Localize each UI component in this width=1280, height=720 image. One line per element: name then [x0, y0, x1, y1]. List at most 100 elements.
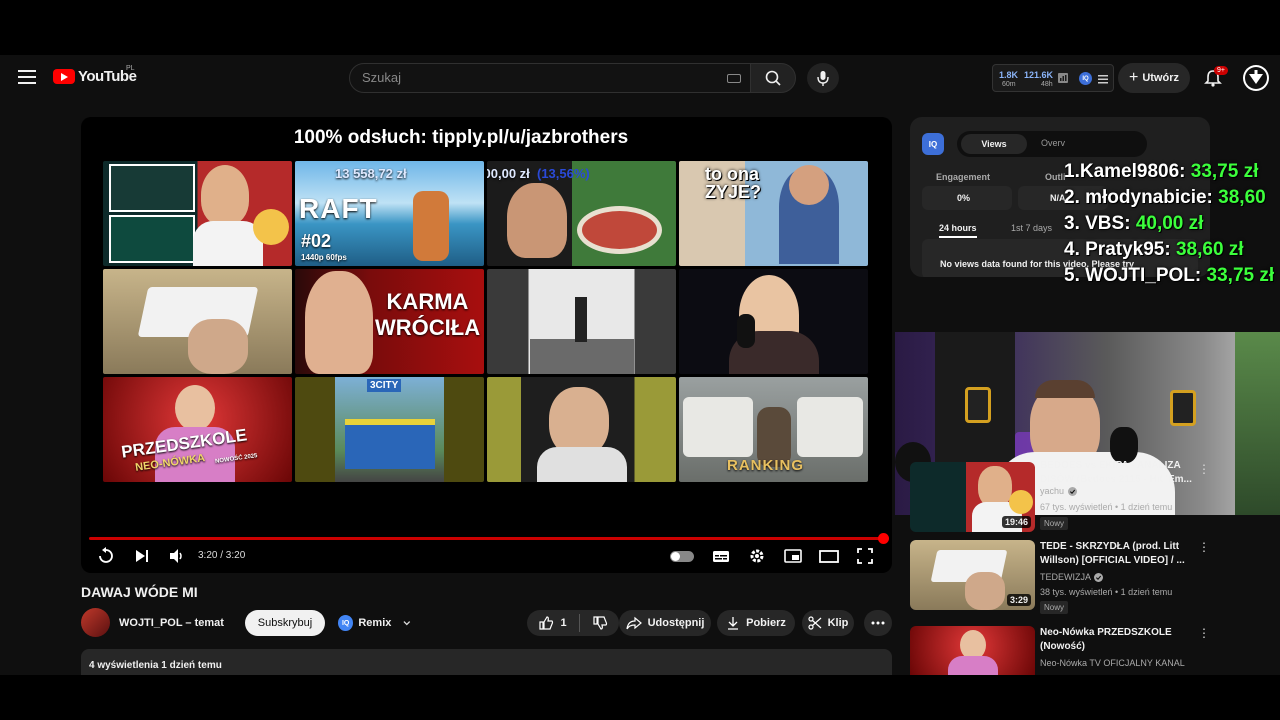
grid-tile-1: [103, 161, 292, 266]
subscribe-label: Subskrybuj: [257, 617, 313, 629]
rec-channel[interactable]: TEDEWIZJA: [1040, 572, 1091, 582]
channel-name[interactable]: WOJTI_POL – temat: [119, 617, 224, 629]
karma-line: KARMA WRÓCIŁA: [375, 289, 481, 340]
vidiq-stats-widget[interactable]: 1.8K 121.6K 60m 48h IQ: [992, 64, 1114, 92]
range-24h[interactable]: 24 hours: [939, 223, 977, 238]
donor-row: 4. Pratyk95: 38,60 zł: [1064, 237, 1274, 263]
video-player[interactable]: 100% odsłuch: tipply.pl/u/jazbrothers 13…: [81, 117, 892, 573]
grid-tile-raft: 13 558,72 zł RAFT #02 1440p 60fps: [295, 161, 484, 266]
donor-name: 1.Kamel9806:: [1064, 161, 1191, 182]
remix-label: Remix: [358, 617, 392, 629]
remix-button[interactable]: IQ Remix: [334, 610, 412, 636]
grid-tile-karma: KARMA WRÓCIŁA: [295, 269, 484, 374]
autoplay-knob: [671, 552, 680, 561]
menu-icon[interactable]: [18, 70, 36, 84]
subscribe-button[interactable]: Subskrybuj: [245, 610, 325, 636]
rec-title[interactable]: Neo-Nówka PRZEDSZKOLE (Nowość): [1040, 626, 1200, 654]
rec-duration: 19:46: [1001, 516, 1031, 528]
create-button[interactable]: + Utwórz: [1118, 63, 1190, 93]
donation-percent: (13,56%): [537, 166, 590, 181]
like-thumb-icon[interactable]: [538, 615, 554, 631]
dislike-thumb-icon[interactable]: [592, 615, 608, 631]
recommendation-item[interactable]: 19:46 BEDOES vs EKIPA - ANALIZA DISÓW (B…: [910, 459, 1240, 538]
rec-meta: 67 tys. wyświetleń • 1 dzień temu: [1040, 502, 1173, 512]
karma-title: KARMA WRÓCIŁA: [375, 289, 480, 341]
donation-leaderboard: 1.Kamel9806: 33,75 zł 2. młodynabicie: 3…: [1064, 159, 1274, 289]
miniplayer-icon[interactable]: [782, 545, 804, 567]
theater-mode-icon[interactable]: [818, 545, 840, 567]
vidiq-tabs: Views Overv: [957, 131, 1147, 157]
download-label: Pobierz: [746, 617, 786, 629]
view-meta: 4 wyświetlenia 1 dzień temu: [89, 660, 222, 671]
grid-tile-3: 100 000,00 zł (13,56%): [487, 161, 676, 266]
rec-title[interactable]: TEDE - SKRZYDŁA (prod. Litt Willson) [OF…: [1040, 540, 1200, 568]
clip-button[interactable]: Klip: [802, 610, 854, 636]
like-divider: [578, 614, 580, 632]
recommendation-item[interactable]: 3:29 TEDE - SKRZYDŁA (prod. Litt Willson…: [910, 540, 1240, 616]
engagement-value: 0%: [957, 193, 971, 203]
settings-gear-icon[interactable]: [746, 545, 768, 567]
chart-icon: [1058, 73, 1068, 83]
description-box[interactable]: 4 wyświetlenia 1 dzień temu: [81, 649, 892, 675]
donor-name: 4. Pratyk95:: [1064, 239, 1176, 260]
tab-views[interactable]: Views: [961, 134, 1027, 154]
donor-row: 2. młodynabicie: 38,60: [1064, 185, 1274, 211]
channel-avatar[interactable]: [81, 608, 110, 637]
grid-tile-przedszkole: PRZEDSZKOLE NEO-NÓWKA NOWOŚĆ 2025: [103, 377, 292, 482]
rec-channel[interactable]: Neo-Nówka TV OFICJALNY KANAL: [1040, 658, 1185, 668]
recommendation-item[interactable]: Neo-Nówka PRZEDSZKOLE (Nowość) Neo-Nówka…: [910, 626, 1240, 675]
chevron-down-icon: [403, 621, 411, 626]
time-display: 3:20 / 3:20: [198, 550, 246, 561]
list-menu-icon[interactable]: [1098, 74, 1108, 84]
next-icon[interactable]: [131, 545, 153, 567]
rec-menu-icon[interactable]: ⋮: [1198, 540, 1210, 554]
youtube-app: YouTube PL 1.8K 121.6K 60m 48h IQ + Utwó…: [0, 55, 1280, 675]
stat-label-60m: 60m: [1002, 81, 1016, 88]
youtube-logo[interactable]: YouTube PL: [53, 65, 137, 85]
vidiq-icon: IQ: [338, 615, 354, 631]
volume-icon[interactable]: [166, 545, 188, 567]
tab-overview[interactable]: Overv: [1041, 138, 1065, 148]
donation-goal: 100 000,00 zł: [487, 166, 530, 181]
ranking-title: RANKING: [727, 457, 804, 474]
rec-menu-icon[interactable]: ⋮: [1198, 462, 1210, 476]
search-input[interactable]: [362, 70, 702, 85]
plus-icon: +: [1128, 69, 1139, 86]
autoplay-toggle[interactable]: [670, 551, 694, 562]
fullscreen-icon[interactable]: [854, 545, 876, 567]
replay-icon[interactable]: [95, 545, 117, 567]
share-arrow-icon: [625, 616, 642, 630]
rec-duration: 3:29: [1006, 594, 1031, 606]
stat-views-48h: 121.6K: [1024, 70, 1054, 80]
rec-thumbnail[interactable]: 19:46: [910, 462, 1035, 532]
vidiq-icon[interactable]: IQ: [1079, 72, 1092, 85]
donation-amount: 13 558,72 zł: [335, 166, 407, 181]
stat-views-60m: 1.8K: [999, 70, 1019, 80]
keyboard-icon[interactable]: [727, 74, 741, 83]
share-label: Udostępnij: [647, 617, 705, 629]
microphone-icon: [817, 71, 829, 86]
more-actions-button[interactable]: [864, 610, 892, 636]
verified-badge-icon: [1068, 487, 1077, 496]
share-button[interactable]: Udostępnij: [619, 610, 711, 636]
rec-thumbnail[interactable]: 3:29: [910, 540, 1035, 610]
rec-title[interactable]: BEDOES vs EKIPA - ANALIZA DISÓW (Bedoes …: [1040, 459, 1200, 487]
rec-thumbnail[interactable]: [910, 626, 1035, 675]
search-button[interactable]: [750, 63, 796, 93]
voice-search-button[interactable]: [807, 63, 839, 93]
progress-scrubber[interactable]: [878, 533, 889, 544]
grid-tile-4: to ona ZYJE?: [679, 161, 868, 266]
search-icon: [765, 70, 781, 86]
thumbnail-grid: 13 558,72 zł RAFT #02 1440p 60fps 100 00…: [103, 161, 868, 482]
subtitles-icon[interactable]: [710, 545, 732, 567]
donor-row: 1.Kamel9806: 33,75 zł: [1064, 159, 1274, 185]
donor-row: 3. VBS: 40,00 zł: [1064, 211, 1274, 237]
download-button[interactable]: Pobierz: [717, 610, 795, 636]
player-overlay-title: 100% odsłuch: tipply.pl/u/jazbrothers: [293, 127, 629, 148]
range-7days[interactable]: 1st 7 days: [1011, 223, 1052, 233]
account-avatar[interactable]: [1243, 65, 1269, 91]
vidiq-logo-icon: IQ: [922, 133, 944, 155]
rec-menu-icon[interactable]: ⋮: [1198, 626, 1210, 640]
progress-bar[interactable]: [89, 533, 889, 544]
rec-channel[interactable]: yachu: [1040, 486, 1064, 496]
